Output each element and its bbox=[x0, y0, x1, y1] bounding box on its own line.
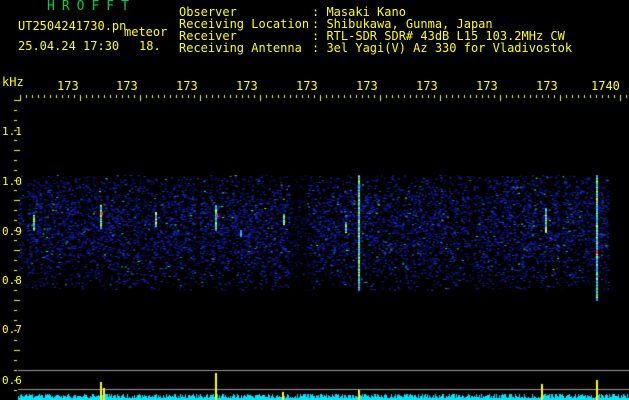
x-tick: 173 bbox=[296, 79, 318, 93]
count-label: 18. bbox=[139, 39, 161, 53]
x-tick: 173 bbox=[116, 79, 138, 93]
x-tick: 173 bbox=[176, 79, 198, 93]
x-tick: 173 bbox=[416, 79, 438, 93]
x-tick: 173 bbox=[356, 79, 378, 93]
datetime-label: 25.04.24 17:30 bbox=[18, 39, 120, 53]
spectrogram-canvas bbox=[0, 0, 629, 400]
app-title: HROFFT bbox=[47, 0, 136, 14]
y-tick: 0.6 bbox=[2, 374, 22, 387]
y-tick: 1.1 bbox=[2, 125, 22, 138]
axis-unit-label: kHz bbox=[2, 75, 24, 89]
mode-label: meteor bbox=[124, 25, 168, 39]
x-tick: 173 bbox=[57, 79, 79, 93]
x-tick: 173 bbox=[536, 79, 558, 93]
y-tick: 0.9 bbox=[2, 225, 22, 238]
y-tick: 0.7 bbox=[2, 323, 22, 336]
antenna-label: Receiving Antenna bbox=[179, 41, 302, 55]
x-tick: 173 bbox=[236, 79, 258, 93]
y-tick: 0.8 bbox=[2, 274, 22, 287]
file-name: UT2504241730.pn bbox=[18, 19, 127, 33]
x-tick: 173 bbox=[476, 79, 498, 93]
x-tick: 1740 bbox=[591, 79, 620, 93]
y-tick: 1.0 bbox=[2, 175, 22, 188]
antenna-value: : 3el Yagi(V) Az 330 for Vladivostok bbox=[312, 41, 573, 55]
